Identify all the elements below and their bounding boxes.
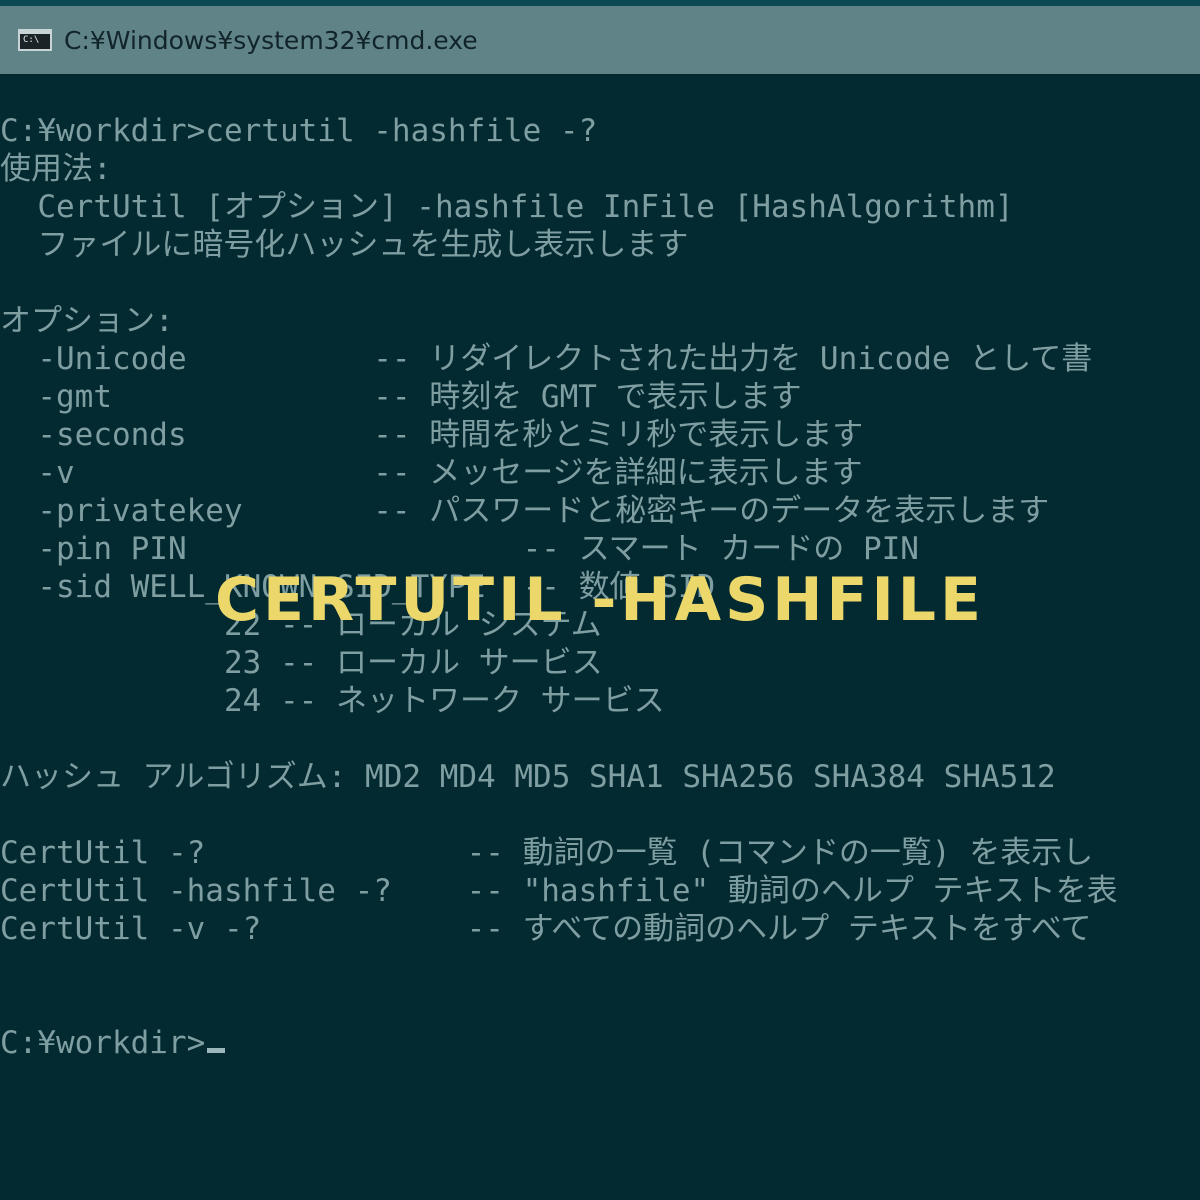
- console-line-option-unicode: -Unicode -- リダイレクトされた出力を Unicode として書: [0, 341, 1093, 377]
- console-line-option-seconds: -seconds -- 時間を秒とミリ秒で表示します: [0, 417, 864, 453]
- console-line-usage-desc: ファイルに暗号化ハッシュを生成し表示します: [0, 227, 689, 263]
- overlay-title: CERTUTIL -HASHFILE: [214, 565, 986, 635]
- console-line-option-privatekey: -privatekey -- パスワードと秘密キーのデータを表示します: [0, 493, 1050, 529]
- title-bar[interactable]: C:\ C:¥Windows¥system32¥cmd.exe: [0, 6, 1200, 74]
- console-line-help-hashfile: CertUtil -hashfile -? -- "hashfile" 動詞のヘ…: [0, 873, 1118, 909]
- console-line-hash-algorithms: ハッシュ アルゴリズム: MD2 MD4 MD5 SHA1 SHA256 SHA…: [0, 759, 1056, 795]
- console-line-help-all: CertUtil -v -? -- すべての動詞のヘルプ テキストをすべて: [0, 911, 1092, 947]
- console-line-usage-header: 使用法:: [0, 151, 112, 187]
- console-prompt: C:¥workdir>: [0, 1025, 206, 1061]
- console-line-help-list: CertUtil -? -- 動詞の一覧 (コマンドの一覧) を表示し: [0, 835, 1094, 871]
- console-line-option-gmt: -gmt -- 時刻を GMT で表示します: [0, 379, 802, 415]
- text-cursor: [207, 1048, 226, 1053]
- console-prompt-line[interactable]: C:¥workdir>: [0, 1024, 226, 1062]
- cmd-window: C:\ C:¥Windows¥system32¥cmd.exe C:¥workd…: [0, 0, 1200, 1200]
- cmd-icon-glyph: C:\: [23, 35, 40, 45]
- console-line-options-header: オプション:: [0, 303, 174, 339]
- cmd-icon[interactable]: C:\: [18, 29, 52, 51]
- console-line-command: C:¥workdir>certutil -hashfile -?: [0, 113, 598, 149]
- console-line-option-v: -v -- メッセージを詳細に表示します: [0, 455, 863, 491]
- console-line-sid-23: 23 -- ローカル サービス: [0, 645, 603, 681]
- window-title: C:¥Windows¥system32¥cmd.exe: [64, 25, 478, 55]
- console-line-sid-24: 24 -- ネットワーク サービス: [0, 683, 665, 719]
- console-line-usage-syntax: CertUtil [オプション] -hashfile InFile [HashA…: [0, 189, 1014, 225]
